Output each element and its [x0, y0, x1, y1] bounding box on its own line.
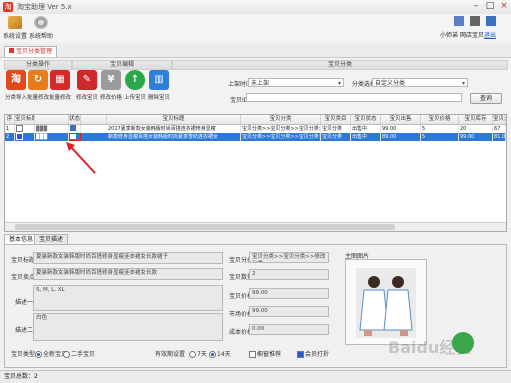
table-header: 序 宝贝标题 状态 宝贝标题 宝贝分类 宝贝类目 宝贝状态 宝贝出售 宝贝价格 … — [5, 115, 506, 125]
status-icon — [69, 125, 81, 133]
watermark-logo-icon — [452, 332, 474, 354]
price-icon: ¥ — [101, 70, 121, 90]
edit-icon: ✎ — [77, 70, 97, 90]
edit-price-button[interactable]: ¥ 修改价格 — [100, 70, 122, 101]
col-header[interactable] — [35, 115, 69, 124]
tab-close-icon[interactable] — [9, 48, 14, 53]
item-title: 2017夏季新款女装韩版时尚百搭连衣裙修身显瘦 — [107, 125, 241, 133]
col-header[interactable]: 宝贝标题 — [107, 115, 241, 124]
batch-edit-button-1[interactable]: ↻ 批量修改 — [27, 70, 49, 101]
section-item-edit: 宝贝编辑 — [72, 60, 172, 70]
edit-item-button[interactable]: ✎ 修改宝贝 — [76, 70, 98, 101]
col-header[interactable]: 宝贝标题 — [15, 115, 35, 124]
item-title: 新款修身显瘦百搭女装韩版时尚夏季雪纺连衣裙女 — [107, 133, 241, 141]
col-header[interactable]: 序 — [5, 115, 15, 124]
category-select[interactable]: 未上架 ▾ — [248, 78, 344, 87]
query-button[interactable]: 查询 — [470, 93, 502, 104]
chevron-down-icon: ▾ — [461, 80, 465, 87]
price-field[interactable]: 99.00 — [249, 288, 329, 299]
dice-icon: ▦ — [50, 70, 70, 90]
desc1-field[interactable]: S, M, L, XL — [33, 285, 223, 311]
menu-bar — [0, 14, 511, 42]
radio-7days[interactable]: 7天 — [189, 349, 207, 358]
col-header[interactable]: 宝贝价格 — [421, 115, 459, 124]
taobao-icon: 淘 — [6, 70, 26, 90]
product-photo — [346, 260, 426, 344]
col-header[interactable]: 宝贝分类 — [241, 115, 321, 124]
col-header[interactable]: 宝贝运费 — [493, 115, 506, 124]
grid-icon[interactable] — [486, 16, 496, 26]
item-image[interactable] — [345, 259, 427, 345]
tab-category-manage[interactable]: 宝贝分类管理 — [4, 46, 58, 57]
chevron-down-icon: ▾ — [337, 80, 341, 87]
section-item-category: 宝贝分类 — [172, 60, 508, 70]
batch-edit-button-2[interactable]: ▦ 批量修改 — [49, 70, 71, 101]
upload-icon: ↑ — [125, 70, 145, 90]
logout-link[interactable]: 退出 — [484, 30, 496, 39]
item-category: 宝贝分类>>宝贝分类>>宝贝分类>>修改分类 — [241, 133, 321, 141]
title-label: 宝贝标题 — [11, 257, 36, 264]
calendar-icon[interactable] — [454, 16, 464, 26]
import-category-button[interactable]: 淘 分类导入 — [5, 70, 27, 101]
scroll-thumb[interactable] — [15, 224, 395, 230]
upload-item-button[interactable]: ↑ 上传宝贝 — [124, 70, 146, 101]
col-header[interactable]: 状态 — [69, 115, 81, 124]
search-input[interactable] — [246, 93, 462, 102]
status-bar: 宝贝总数：2 — [0, 370, 511, 383]
list-icon[interactable] — [470, 16, 480, 26]
refresh-icon: ↻ — [28, 70, 48, 90]
market-field[interactable]: 99.00 — [249, 306, 329, 317]
tools-icon — [8, 16, 22, 29]
title-bar — [0, 0, 511, 15]
col-header[interactable]: 宝贝出售 — [381, 115, 421, 124]
item-category: 宝贝分类>>宝贝分类>>宝贝分类>>修改分类 — [241, 125, 321, 133]
col-header[interactable]: 宝贝状态 — [351, 115, 381, 124]
checkbox-showcase[interactable]: 橱窗推荐 — [249, 349, 281, 358]
trash-icon: ▥ — [149, 70, 169, 90]
window-title: 淘宝助理 Ver 5.x — [17, 3, 72, 11]
desc2-field[interactable]: 白色 — [33, 313, 223, 341]
select-checkbox[interactable] — [15, 133, 35, 141]
close-button[interactable]: × — [497, 1, 511, 12]
annotation-arrow — [66, 142, 96, 174]
radio-14days[interactable]: 14天 — [209, 349, 231, 358]
radio-used[interactable]: 二手宝贝 — [63, 349, 95, 358]
section-category-ops: 分类操作 — [4, 60, 72, 70]
checkbox-member-discount[interactable]: 会员打折 — [297, 349, 329, 358]
table-row[interactable]: 1 ▉▉▉ 2017夏季新款女装韩版时尚百搭连衣裙修身显瘦 宝贝分类>>宝贝分类… — [5, 125, 506, 133]
valid-label: 有效期设置 — [155, 351, 186, 358]
col-header[interactable]: 宝贝类目 — [321, 115, 351, 124]
app-logo-icon: 淘 — [3, 2, 13, 12]
maximize-button[interactable]: □ — [483, 1, 497, 12]
tab-strip — [0, 44, 511, 58]
account-info: 小师弟 网店宝贝 — [440, 30, 484, 39]
delete-item-button[interactable]: ▥ 删除宝贝 — [148, 70, 170, 101]
menu-system-help[interactable]: 系统帮助 — [28, 16, 54, 40]
menu-system-settings[interactable]: 系统设置 — [2, 16, 28, 40]
status-text: 宝贝总数：2 — [4, 373, 38, 380]
shop-select[interactable]: 自定义分类 ▾ — [372, 78, 468, 87]
desc2-label: 描述二 — [15, 327, 34, 334]
tab-description[interactable]: 宝贝描述 — [34, 234, 69, 244]
account-nick: 网店宝贝 — [459, 32, 484, 39]
account-label: 小师弟 — [440, 32, 459, 39]
select-checkbox[interactable] — [15, 125, 35, 133]
detail-tabs: 基本信息 宝贝描述 — [4, 234, 507, 244]
category-field[interactable]: 宝贝分类>>宝贝分类>>修改分类 — [249, 252, 329, 263]
item-thumbnail: ▉▉▉ — [35, 125, 69, 133]
col-header[interactable]: 宝贝库存 — [459, 115, 493, 124]
cost-field[interactable]: 0.00 — [249, 324, 329, 335]
qty-field[interactable]: 2 — [249, 269, 329, 280]
horizontal-scrollbar[interactable] — [5, 222, 506, 231]
subtitle-label: 宝贝卖点 — [11, 274, 36, 281]
col-header[interactable] — [81, 115, 107, 124]
desc1-label: 描述一 — [15, 299, 34, 306]
subtitle-field[interactable]: 夏装新款女装韩版时尚百搭修身显瘦连衣裙女长款 — [33, 268, 223, 280]
tab-basic-info[interactable]: 基本信息 — [4, 234, 39, 244]
title-field[interactable]: 夏装新款女装韩版时尚百搭修身显瘦连衣裙女长款裙子 — [33, 252, 223, 264]
method-label: 宝贝类型 — [11, 351, 36, 358]
gear-icon — [34, 16, 48, 29]
minimize-button[interactable]: – — [469, 1, 483, 12]
